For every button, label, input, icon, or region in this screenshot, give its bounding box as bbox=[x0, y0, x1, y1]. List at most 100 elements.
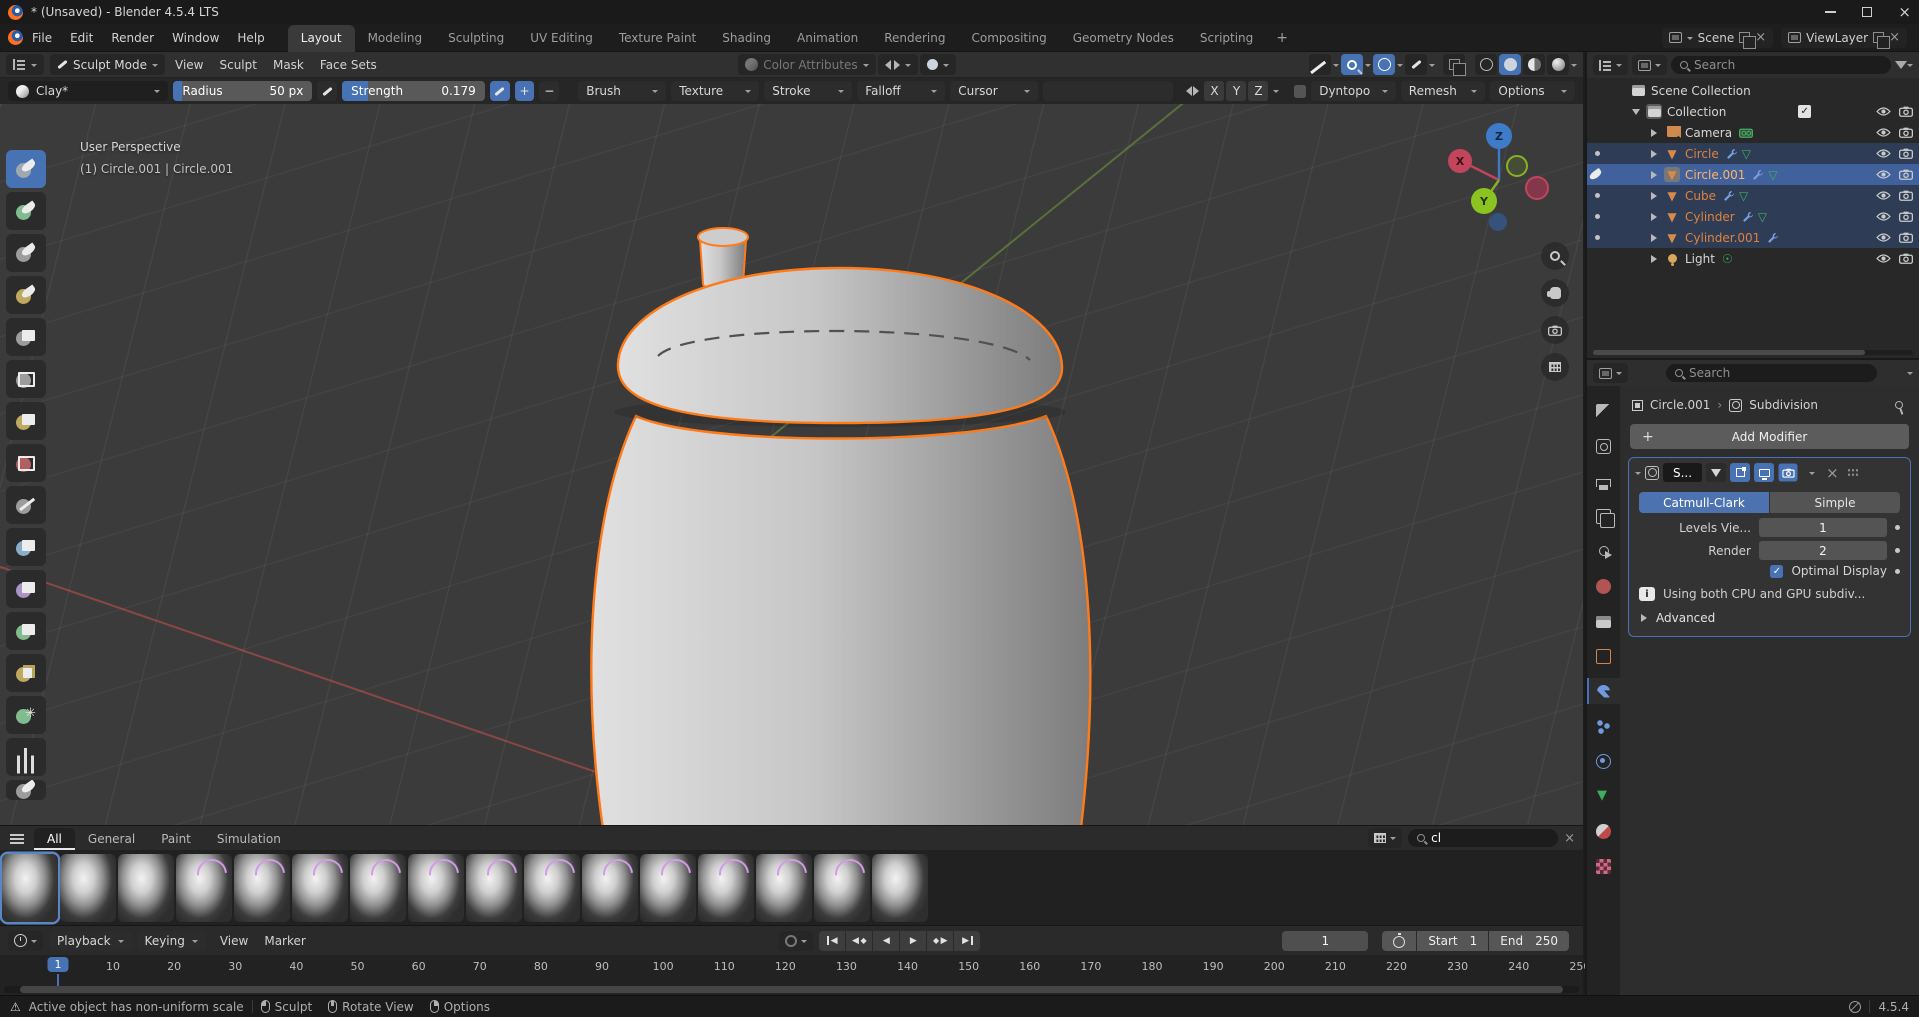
shading-rendered-button[interactable] bbox=[1547, 54, 1569, 75]
simple-button[interactable]: Simple bbox=[1770, 492, 1900, 513]
tool-extra-dropdown[interactable] bbox=[1043, 81, 1173, 101]
brush-thumbnail[interactable] bbox=[872, 854, 928, 922]
shading-wireframe-button[interactable] bbox=[1475, 54, 1497, 75]
hide-in-viewport-eye-icon[interactable] bbox=[1876, 148, 1891, 159]
brush-thumbnail[interactable] bbox=[756, 854, 812, 922]
properties-tab[interactable] bbox=[1587, 853, 1620, 879]
hide-in-viewport-eye-icon[interactable] bbox=[1876, 253, 1891, 264]
chevron-down-icon[interactable] bbox=[1365, 64, 1371, 70]
disable-in-render-camera-icon[interactable] bbox=[1899, 232, 1913, 243]
expander-icon[interactable] bbox=[1649, 234, 1659, 242]
workspace-tab[interactable]: Texture Paint bbox=[606, 25, 709, 52]
workspace-tab[interactable]: Compositing bbox=[958, 25, 1059, 52]
mode-dropdown[interactable]: Sculpt Mode bbox=[50, 54, 165, 75]
brush-thumbnail[interactable] bbox=[176, 854, 232, 922]
disable-in-render-camera-icon[interactable] bbox=[1899, 148, 1913, 159]
navigation-gizmo[interactable]: Z X Y bbox=[1443, 116, 1555, 242]
playhead[interactable] bbox=[57, 974, 59, 986]
render-levels-field[interactable]: 2 bbox=[1759, 541, 1887, 560]
brush-thumbnail[interactable] bbox=[582, 854, 638, 922]
clear-search-icon[interactable]: × bbox=[1564, 831, 1575, 846]
viewlayer-selector[interactable]: ViewLayer × bbox=[1781, 28, 1907, 48]
disable-in-render-camera-icon[interactable] bbox=[1899, 211, 1913, 222]
viewport-menu-item[interactable]: View bbox=[167, 55, 211, 75]
menu-bar-item[interactable]: Edit bbox=[61, 27, 102, 49]
show-overlays-toggle[interactable] bbox=[1373, 54, 1395, 75]
delete-modifier-icon[interactable]: × bbox=[1826, 464, 1839, 482]
ortho-toggle-button[interactable] bbox=[1541, 353, 1569, 381]
properties-tab[interactable] bbox=[1587, 748, 1620, 774]
viewport-menu-item[interactable]: Mask bbox=[265, 55, 312, 75]
tool-button[interactable] bbox=[6, 444, 46, 482]
outliner-item-label[interactable]: Camera bbox=[1685, 126, 1732, 140]
brush-thumbnail[interactable] bbox=[60, 854, 116, 922]
hide-in-viewport-eye-icon[interactable] bbox=[1876, 190, 1891, 201]
timeline-dropdown[interactable]: Playback bbox=[49, 931, 132, 951]
properties-tab[interactable] bbox=[1587, 713, 1620, 739]
tool-panel-dropdown[interactable]: Brush bbox=[578, 81, 666, 101]
menu-bar-item[interactable]: Window bbox=[163, 27, 228, 49]
maximize-button[interactable] bbox=[1862, 7, 1872, 17]
show-in-editmode-toggle[interactable] bbox=[1730, 463, 1750, 482]
workspace-tab[interactable]: Geometry Nodes bbox=[1060, 25, 1187, 52]
chevron-down-icon[interactable] bbox=[1273, 90, 1279, 96]
asset-shelf-tab[interactable]: Simulation bbox=[204, 828, 294, 850]
modifier-name-field[interactable]: S... bbox=[1663, 463, 1702, 482]
catalog-menu-icon[interactable] bbox=[10, 834, 24, 844]
tool-button[interactable] bbox=[6, 192, 46, 230]
timeline-editor-type-button[interactable] bbox=[8, 931, 43, 951]
animate-dot[interactable] bbox=[1895, 548, 1900, 553]
workspace-tab[interactable]: Layout bbox=[288, 25, 355, 52]
properties-tab[interactable] bbox=[1587, 818, 1620, 844]
hide-in-viewport-eye-icon[interactable] bbox=[1876, 211, 1891, 222]
disable-in-render-camera-icon[interactable] bbox=[1899, 190, 1913, 201]
close-button[interactable]: × bbox=[1898, 5, 1911, 20]
next-keyframe-button[interactable]: ◆▶ bbox=[927, 931, 953, 951]
disable-in-render-camera-icon[interactable] bbox=[1899, 253, 1913, 264]
drag-handle-icon[interactable] bbox=[1847, 468, 1859, 477]
prev-keyframe-button[interactable]: ◀◆ bbox=[846, 931, 872, 951]
tool-button[interactable] bbox=[6, 612, 46, 650]
timeline-dropdown[interactable]: Keying bbox=[137, 931, 206, 951]
chevron-down-icon[interactable] bbox=[1333, 64, 1339, 70]
options-dropdown[interactable]: Options bbox=[1490, 81, 1575, 101]
brush-thumbnail[interactable] bbox=[408, 854, 464, 922]
chevron-down-icon[interactable] bbox=[1429, 64, 1435, 70]
modifier-extras-dropdown[interactable] bbox=[1802, 463, 1822, 482]
expander-icon[interactable] bbox=[1649, 192, 1659, 200]
outliner-scrollbar[interactable] bbox=[1593, 350, 1913, 355]
radius-pressure-button[interactable] bbox=[317, 81, 337, 101]
menu-bar-item[interactable]: Render bbox=[102, 27, 163, 49]
tool-button[interactable] bbox=[6, 738, 46, 776]
dyntopo-dropdown[interactable]: Dyntopo bbox=[1311, 81, 1396, 101]
menu-bar-item[interactable]: Help bbox=[228, 27, 273, 49]
dyntopo-checkbox[interactable] bbox=[1294, 85, 1306, 98]
properties-tab[interactable] bbox=[1587, 783, 1620, 809]
brush-thumbnail[interactable] bbox=[524, 854, 580, 922]
use-preview-range-button[interactable] bbox=[1382, 931, 1416, 951]
hide-in-viewport-eye-icon[interactable] bbox=[1876, 106, 1891, 117]
scene-selector[interactable]: Scene × bbox=[1662, 28, 1774, 48]
frame-start-field[interactable]: Start1 bbox=[1417, 931, 1488, 951]
viewport-menu-item[interactable]: Face Sets bbox=[312, 55, 385, 75]
color-attributes-dropdown[interactable]: Color Attributes bbox=[738, 54, 875, 75]
asset-search-input[interactable]: cl bbox=[1408, 829, 1558, 847]
camera-view-button[interactable] bbox=[1541, 316, 1569, 344]
show-on-cage-toggle[interactable] bbox=[1706, 463, 1726, 482]
brush-thumbnail[interactable] bbox=[118, 854, 174, 922]
add-modifier-button[interactable]: +Add Modifier bbox=[1630, 424, 1909, 449]
current-frame-badge[interactable]: 1 bbox=[48, 957, 69, 972]
tool-button[interactable] bbox=[6, 654, 46, 692]
outliner-row[interactable]: Cylinder ▽ ☉ ✓ bbox=[1587, 206, 1919, 227]
brush-thumbnail[interactable] bbox=[2, 854, 58, 922]
outliner-row[interactable]: Circle.001 ▽ ☉ ✓ bbox=[1587, 164, 1919, 185]
pin-icon[interactable] bbox=[1894, 400, 1904, 410]
collection-checkbox[interactable]: ✓ bbox=[1798, 105, 1811, 118]
display-settings-button[interactable] bbox=[1368, 828, 1402, 848]
brush-thumbnail[interactable] bbox=[466, 854, 522, 922]
workspace-tab[interactable]: Scripting bbox=[1187, 25, 1266, 52]
symmetry-axis-toggle[interactable]: Y bbox=[1226, 81, 1246, 101]
tool-button[interactable] bbox=[6, 318, 46, 356]
properties-tab[interactable] bbox=[1587, 503, 1620, 529]
tool-button[interactable] bbox=[6, 150, 46, 188]
